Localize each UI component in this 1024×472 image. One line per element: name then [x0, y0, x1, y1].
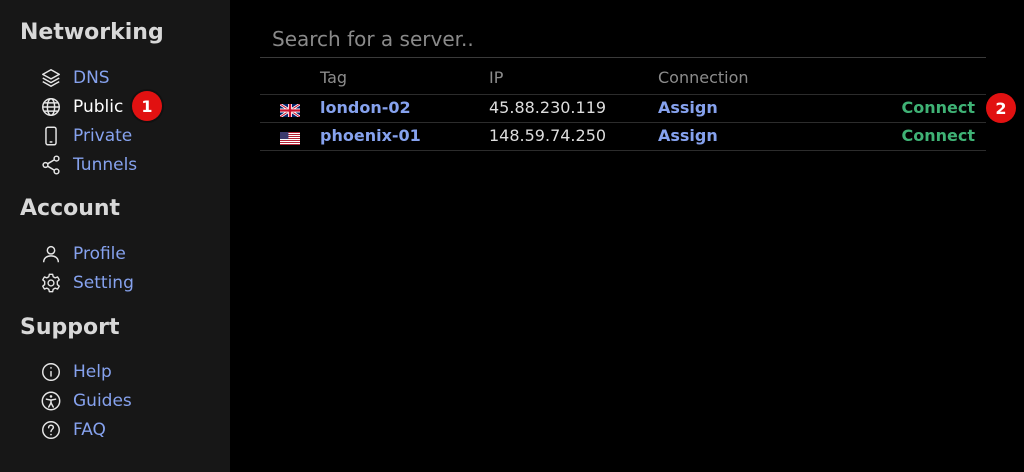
sidebar-item-dns[interactable]: DNS [40, 65, 110, 91]
sidebar-item-label: Profile [73, 244, 126, 264]
sidebar-item-label: FAQ [73, 420, 106, 440]
us-flag-icon [280, 130, 300, 145]
table-row: london-02 45.88.230.119 Assign Connect [260, 94, 986, 122]
table-divider [260, 150, 986, 151]
user-icon [40, 243, 62, 265]
section-title-support: Support [20, 315, 120, 340]
sidebar-item-label: Setting [73, 273, 134, 293]
column-header-ip: IP [489, 68, 504, 87]
server-tag[interactable]: phoenix-01 [320, 126, 421, 145]
search-input[interactable] [260, 20, 986, 58]
sidebar-item-label: Guides [73, 391, 132, 411]
info-circle-icon [40, 361, 62, 383]
server-ip: 45.88.230.119 [489, 98, 607, 117]
globe-icon [40, 96, 62, 118]
sidebar-item-guides[interactable]: Guides [40, 388, 132, 414]
sidebar-item-tunnels[interactable]: Tunnels [40, 152, 137, 178]
connect-button[interactable]: Connect [902, 126, 976, 145]
phone-icon [40, 125, 62, 147]
share-nodes-icon [40, 154, 62, 176]
uk-flag-icon [279, 102, 301, 119]
accessibility-icon [40, 390, 62, 412]
annotation-badge-2: 2 [986, 93, 1016, 123]
server-ip: 148.59.74.250 [489, 126, 607, 145]
column-header-connection: Connection [658, 68, 749, 87]
question-circle-icon [40, 419, 62, 441]
sidebar-item-setting[interactable]: Setting [40, 270, 134, 296]
column-header-tag: Tag [320, 68, 348, 87]
sidebar-item-label: Private [73, 126, 133, 146]
layers-icon [40, 67, 62, 89]
sidebar-item-profile[interactable]: Profile [40, 241, 126, 267]
sidebar-item-public[interactable]: Public [40, 94, 123, 120]
connect-button[interactable]: Connect [902, 98, 976, 117]
sidebar-item-faq[interactable]: FAQ [40, 417, 106, 443]
sidebar-item-help[interactable]: Help [40, 359, 112, 385]
sidebar: Networking DNS Public Private Tunnels Ac… [0, 0, 230, 472]
table-row: phoenix-01 148.59.74.250 Assign Connect [260, 122, 986, 150]
gear-icon [40, 272, 62, 294]
server-tag[interactable]: london-02 [320, 98, 411, 117]
assign-button[interactable]: Assign [658, 98, 718, 117]
sidebar-item-label: Help [73, 362, 112, 382]
sidebar-item-label: DNS [73, 68, 110, 88]
section-title-account: Account [20, 196, 121, 221]
sidebar-item-private[interactable]: Private [40, 123, 132, 149]
sidebar-item-label: Tunnels [73, 155, 138, 175]
sidebar-item-label: Public [73, 97, 124, 117]
annotation-badge-1: 1 [132, 91, 162, 121]
assign-button[interactable]: Assign [658, 126, 718, 145]
section-title-networking: Networking [20, 20, 164, 45]
